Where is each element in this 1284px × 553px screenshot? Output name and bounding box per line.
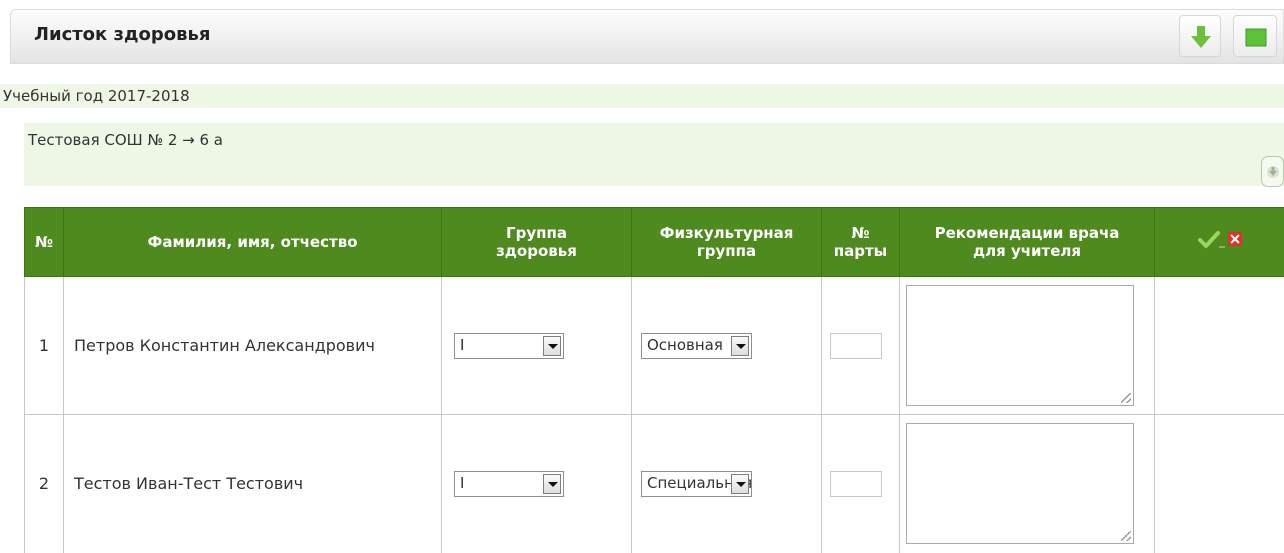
actions-cell [1155,415,1284,553]
fiz-group-select[interactable]: Основная [641,333,752,359]
table-header-row: № Фамилия, имя, отчество Группа здоровья… [25,208,1284,277]
chevron-down-icon[interactable] [731,474,749,494]
desk-number-input[interactable] [830,471,882,497]
column-header-fiz-group: Физкультурная группа [632,208,822,277]
column-header-desk-line2: парты [834,242,887,260]
column-header-num: № [25,208,64,277]
health-group-select[interactable]: I [454,333,564,359]
panel-header: Листок здоровья [10,9,1284,64]
check-icon[interactable] [1200,233,1218,246]
health-group-value: I [460,336,464,354]
health-group-value: I [460,474,464,492]
expand-class-button[interactable] [1261,156,1284,187]
recommendation-textarea[interactable] [906,285,1134,406]
download-arrow-icon [1262,157,1284,188]
health-group-select[interactable]: I [454,471,564,497]
column-header-desk: № парты [822,208,900,277]
recommendation-cell [900,277,1155,415]
desk-cell [822,277,900,415]
fiz-group-cell: Специальная [632,415,822,553]
school-class-bar: Тестовая СОШ № 2 → 6 а [24,123,1284,186]
row-number: 1 [25,277,64,415]
student-name: Тестов Иван-Тест Тестович [64,415,442,553]
column-header-fiz-group-line1: Физкультурная [660,224,794,242]
table-row: 2 Тестов Иван-Тест Тестович I Специальна… [25,415,1284,553]
column-header-rec-line1: Рекомендации врача [935,224,1120,242]
health-group-cell: I [442,415,632,553]
delete-icon[interactable] [1228,232,1242,246]
column-header-name: Фамилия, имя, отчество [64,208,442,277]
column-header-fiz-group-line2: группа [697,242,756,260]
maximize-button[interactable] [1233,15,1277,57]
chevron-down-icon[interactable] [543,474,561,494]
student-name: Петров Константин Александрович [64,277,442,415]
school-year-label: Учебный год 2017-2018 [3,87,190,105]
fiz-group-select[interactable]: Специальная [641,471,752,497]
fiz-group-value: Основная [647,336,723,354]
chevron-down-icon[interactable] [731,336,749,356]
header-actions-icons [1180,225,1260,255]
column-header-recommendations: Рекомендации врача для учителя [900,208,1155,277]
recommendation-textarea[interactable] [906,423,1134,544]
fiz-group-cell: Основная [632,277,822,415]
column-header-desk-line1: № [851,224,869,242]
column-header-actions [1155,208,1284,277]
table-row: 1 Петров Константин Александрович I Осно… [25,277,1284,415]
desk-cell [822,415,900,553]
green-square-icon [1234,16,1278,58]
recommendation-cell [900,415,1155,553]
page-title: Листок здоровья [34,24,210,45]
column-header-health-group-line2: здоровья [496,242,577,260]
collapse-button[interactable] [1179,15,1221,57]
desk-number-input[interactable] [830,333,882,359]
resize-grip-icon[interactable] [1121,393,1131,403]
school-class-label: Тестовая СОШ № 2 → 6 а [28,131,223,149]
actions-cell [1155,277,1284,415]
column-header-rec-line2: для учителя [973,242,1081,260]
school-year-bar: Учебный год 2017-2018 [0,84,1284,108]
column-header-health-group: Группа здоровья [442,208,632,277]
column-header-health-group-line1: Группа [506,224,567,242]
resize-grip-icon[interactable] [1121,531,1131,541]
health-sheet-table: № Фамилия, имя, отчество Группа здоровья… [24,207,1284,553]
chevron-down-icon[interactable] [543,336,561,356]
download-arrow-icon [1180,16,1222,58]
health-group-cell: I [442,277,632,415]
row-number: 2 [25,415,64,553]
